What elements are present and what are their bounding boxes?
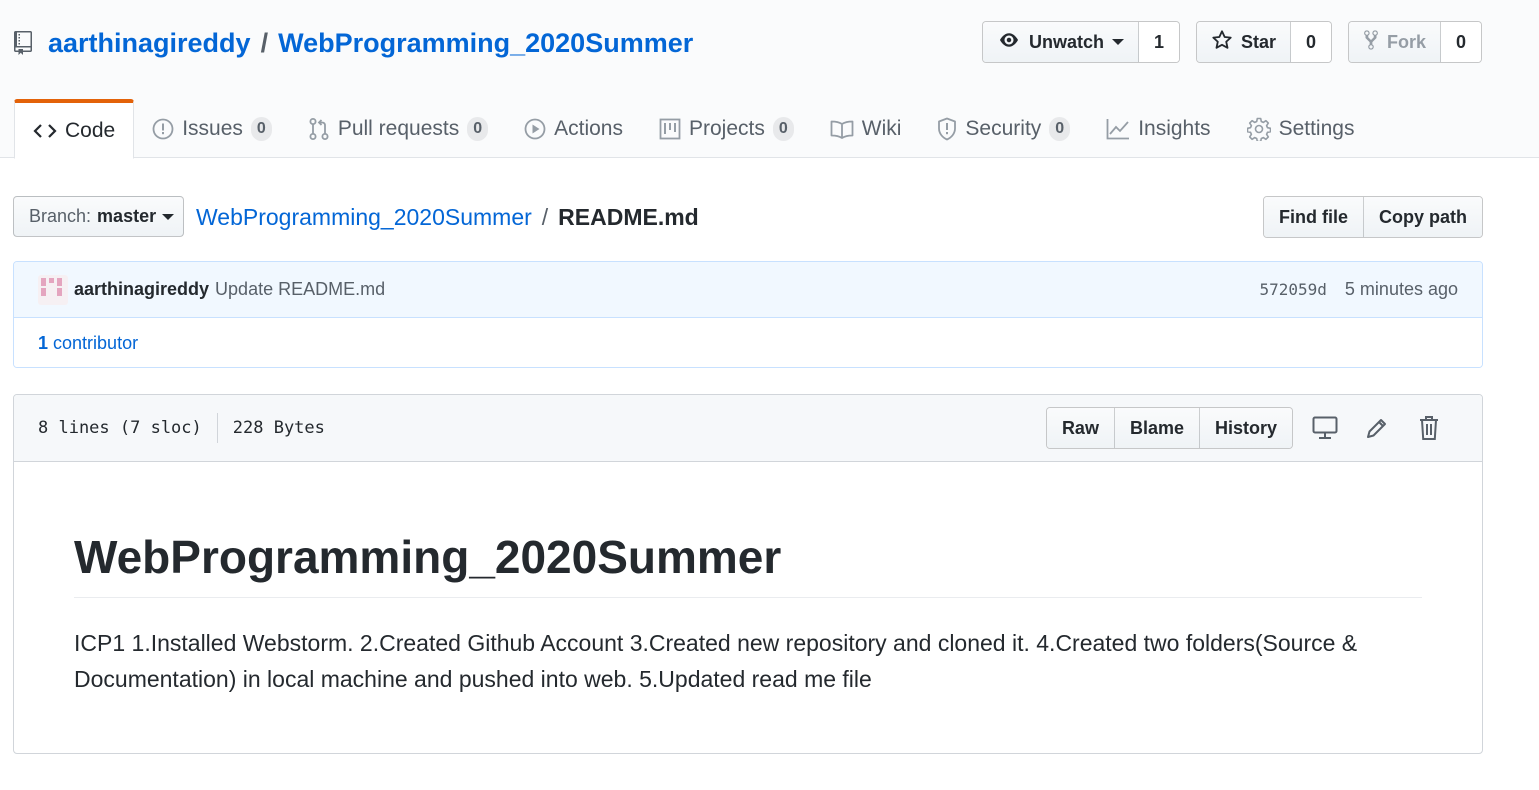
desktop-icon[interactable] [1299, 407, 1351, 449]
find-file-button[interactable]: Find file [1264, 197, 1363, 237]
commit-box: aarthinagireddy Update README.md 572059d… [13, 261, 1483, 368]
tab-actions[interactable]: Actions [506, 99, 641, 158]
breadcrumb: WebProgramming_2020Summer / README.md [196, 196, 699, 238]
repo-nav: Code Issues 0 Pull requests 0 Actions Pr… [14, 99, 1373, 159]
tab-settings-label: Settings [1278, 116, 1355, 140]
repo-owner-link[interactable]: aarthinagireddy [48, 28, 251, 59]
unwatch-label: Unwatch [1028, 31, 1104, 52]
tab-code-label: Code [65, 118, 116, 142]
shield-icon [937, 117, 957, 141]
tab-security-label: Security [965, 116, 1042, 140]
projects-counter: 0 [772, 116, 794, 141]
file-info-divider [216, 413, 218, 443]
branch-select-button[interactable]: Branch: master [13, 196, 184, 237]
contributors-label: contributor [53, 332, 139, 353]
file-nav-buttons: Find file Copy path [1263, 196, 1483, 238]
play-icon [524, 118, 546, 140]
file-view-buttons: Raw Blame History [1045, 407, 1293, 449]
tab-projects-label: Projects [689, 116, 765, 140]
tab-settings[interactable]: Settings [1229, 99, 1373, 158]
breadcrumb-file: README.md [558, 203, 699, 230]
repo-title: aarthinagireddy / WebProgramming_2020Sum… [14, 26, 693, 60]
contributors-summary: 1 contributor [14, 318, 1482, 367]
forks-count[interactable]: 0 [1441, 22, 1481, 62]
branch-name: master [97, 206, 157, 226]
file-header: 8 lines (7 sloc) 228 Bytes Raw Blame His… [14, 395, 1482, 462]
star-button[interactable]: Star [1196, 22, 1291, 62]
commit-meta: 572059d 5 minutes ago [1259, 279, 1458, 300]
gear-icon [1246, 117, 1271, 141]
readme-content: WebProgramming_2020Summer ICP1 1.Install… [14, 532, 1482, 697]
file-size: 228 Bytes [232, 418, 325, 438]
chevron-down-icon [162, 213, 175, 220]
tab-insights-label: Insights [1138, 116, 1211, 140]
tab-code[interactable]: Code [14, 99, 135, 159]
readme-paragraph: ICP1 1.Installed Webstorm. 2.Created Git… [74, 629, 1358, 692]
star-group: Star 0 [1195, 21, 1332, 63]
unwatch-button[interactable]: Unwatch [982, 22, 1139, 62]
trash-icon[interactable] [1403, 407, 1455, 449]
fork-group: Fork 0 [1347, 21, 1482, 63]
copy-path-button[interactable]: Copy path [1363, 197, 1482, 237]
file-actions: Raw Blame History [1045, 407, 1455, 449]
tab-security[interactable]: Security 0 [919, 99, 1088, 158]
blame-button[interactable]: Blame [1114, 408, 1200, 448]
contributors-link[interactable]: 1 contributor [38, 333, 138, 354]
code-icon [33, 122, 57, 140]
tab-issues[interactable]: Issues 0 [134, 99, 290, 158]
book-icon [830, 119, 854, 139]
fork-icon [1363, 29, 1379, 56]
tab-pull-requests[interactable]: Pull requests 0 [290, 99, 506, 158]
star-icon [1211, 29, 1233, 56]
commit-author-link[interactable]: aarthinagireddy [74, 279, 209, 300]
repo-actions: Unwatch 1 Star 0 Fork 0 [981, 21, 1482, 63]
pencil-icon[interactable] [1351, 407, 1403, 449]
pull-request-icon [308, 117, 330, 141]
tab-actions-label: Actions [554, 116, 623, 140]
tab-pull-requests-label: Pull requests [337, 116, 460, 140]
avatar[interactable] [38, 274, 68, 305]
file-navigation: Branch: master WebProgramming_2020Summer… [13, 196, 1483, 238]
tab-wiki[interactable]: Wiki [812, 99, 920, 158]
branch-prefix: Branch: [29, 206, 92, 226]
fork-label: Fork [1386, 31, 1426, 52]
chevron-down-icon [1111, 39, 1124, 45]
graph-icon [1106, 118, 1130, 140]
eye-icon [997, 31, 1021, 54]
raw-button[interactable]: Raw [1046, 408, 1115, 448]
repo-name-link[interactable]: WebProgramming_2020Summer [278, 28, 693, 59]
security-counter: 0 [1049, 116, 1071, 141]
watchers-count[interactable]: 1 [1138, 22, 1179, 62]
contributors-count: 1 [38, 332, 49, 353]
commit-sha-link[interactable]: 572059d [1259, 280, 1326, 299]
issue-icon [152, 118, 174, 140]
project-icon [659, 118, 681, 140]
tab-projects[interactable]: Projects 0 [641, 99, 812, 158]
repo-separator: / [260, 27, 269, 58]
file-view: 8 lines (7 sloc) 228 Bytes Raw Blame His… [13, 394, 1483, 754]
tab-issues-label: Issues [182, 116, 243, 140]
tab-insights[interactable]: Insights [1088, 99, 1228, 158]
breadcrumb-repo-link[interactable]: WebProgramming_2020Summer [196, 204, 532, 231]
repo-header: aarthinagireddy / WebProgramming_2020Sum… [0, 0, 1539, 159]
breadcrumb-separator: / [541, 203, 549, 230]
stargazers-count[interactable]: 0 [1290, 22, 1331, 62]
watch-group: Unwatch 1 [981, 21, 1180, 63]
history-button[interactable]: History [1199, 408, 1292, 448]
readme-heading: WebProgramming_2020Summer [74, 532, 1422, 598]
commit-tease: aarthinagireddy Update README.md 572059d… [14, 262, 1482, 318]
repo-icon [14, 30, 36, 56]
star-label: Star [1240, 31, 1276, 52]
issues-counter: 0 [250, 116, 272, 141]
commit-time: 5 minutes ago [1344, 279, 1458, 299]
file-lines: 8 lines (7 sloc) [38, 418, 202, 438]
pull-requests-counter: 0 [467, 116, 489, 141]
tab-wiki-label: Wiki [861, 116, 902, 140]
fork-button[interactable]: Fork [1348, 22, 1441, 62]
file-info: 8 lines (7 sloc) 228 Bytes [38, 413, 325, 443]
commit-message-link[interactable]: Update README.md [215, 279, 385, 300]
